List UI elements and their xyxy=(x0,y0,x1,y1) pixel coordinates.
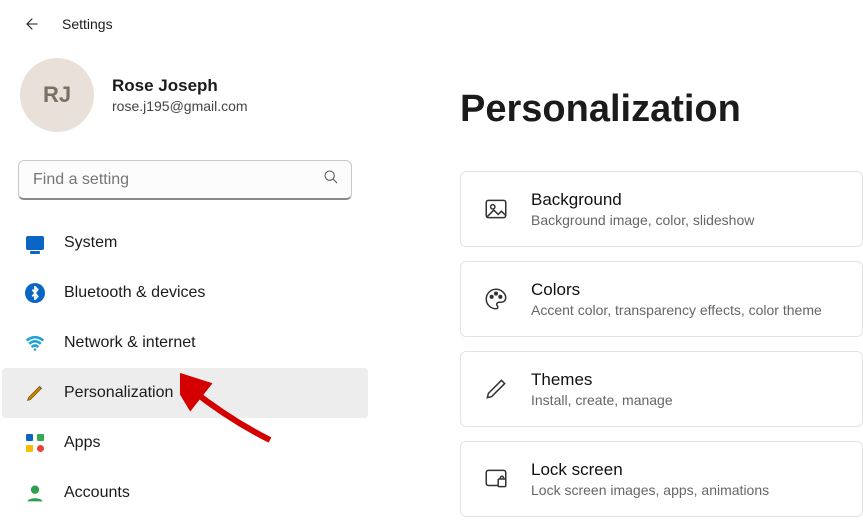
sidebar-item-label: Accounts xyxy=(64,484,130,502)
person-icon xyxy=(24,482,46,504)
sidebar-item-label: System xyxy=(64,234,117,252)
palette-icon xyxy=(481,284,511,314)
card-themes[interactable]: Themes Install, create, manage xyxy=(460,351,863,427)
card-subtitle: Install, create, manage xyxy=(531,392,673,408)
search-field[interactable] xyxy=(31,170,323,190)
bluetooth-icon xyxy=(24,282,46,304)
card-title: Background xyxy=(531,190,754,210)
sidebar-item-personalization[interactable]: Personalization xyxy=(2,368,368,418)
pen-icon xyxy=(481,374,511,404)
card-title: Themes xyxy=(531,370,673,390)
image-icon xyxy=(481,194,511,224)
window-title: Settings xyxy=(62,16,113,32)
sidebar-item-label: Apps xyxy=(64,434,100,452)
user-name: Rose Joseph xyxy=(112,76,248,96)
card-subtitle: Background image, color, slideshow xyxy=(531,212,754,228)
sidebar-item-label: Personalization xyxy=(64,384,173,402)
apps-icon xyxy=(24,432,46,454)
card-subtitle: Accent color, transparency effects, colo… xyxy=(531,302,822,318)
lock-screen-icon xyxy=(481,464,511,494)
main-content: Personalization Background Background im… xyxy=(370,48,863,524)
sidebar-item-label: Network & internet xyxy=(64,334,196,352)
sidebar-item-accounts[interactable]: Accounts xyxy=(2,468,368,518)
sidebar-item-label: Bluetooth & devices xyxy=(64,284,205,302)
sidebar-item-network[interactable]: Network & internet xyxy=(2,318,368,368)
card-title: Lock screen xyxy=(531,460,769,480)
sidebar-nav: System Bluetooth & devices Network & int… xyxy=(0,218,370,518)
card-subtitle: Lock screen images, apps, animations xyxy=(531,482,769,498)
paintbrush-icon xyxy=(24,382,46,404)
arrow-left-icon xyxy=(23,16,39,32)
sidebar-item-bluetooth[interactable]: Bluetooth & devices xyxy=(2,268,368,318)
system-icon xyxy=(24,232,46,254)
card-colors[interactable]: Colors Accent color, transparency effect… xyxy=(460,261,863,337)
sidebar-item-apps[interactable]: Apps xyxy=(2,418,368,468)
page-title: Personalization xyxy=(460,88,863,131)
wifi-icon xyxy=(24,332,46,354)
avatar: RJ xyxy=(20,58,94,132)
user-email: rose.j195@gmail.com xyxy=(112,98,248,114)
sidebar: RJ Rose Joseph rose.j195@gmail.com Syste… xyxy=(0,48,370,524)
window-header: Settings xyxy=(0,0,863,48)
sidebar-item-system[interactable]: System xyxy=(2,218,368,268)
card-lockscreen[interactable]: Lock screen Lock screen images, apps, an… xyxy=(460,441,863,517)
search-icon xyxy=(323,169,339,190)
back-button[interactable] xyxy=(18,11,44,37)
card-title: Colors xyxy=(531,280,822,300)
user-block[interactable]: RJ Rose Joseph rose.j195@gmail.com xyxy=(0,48,370,160)
search-input[interactable] xyxy=(18,160,352,200)
card-background[interactable]: Background Background image, color, slid… xyxy=(460,171,863,247)
